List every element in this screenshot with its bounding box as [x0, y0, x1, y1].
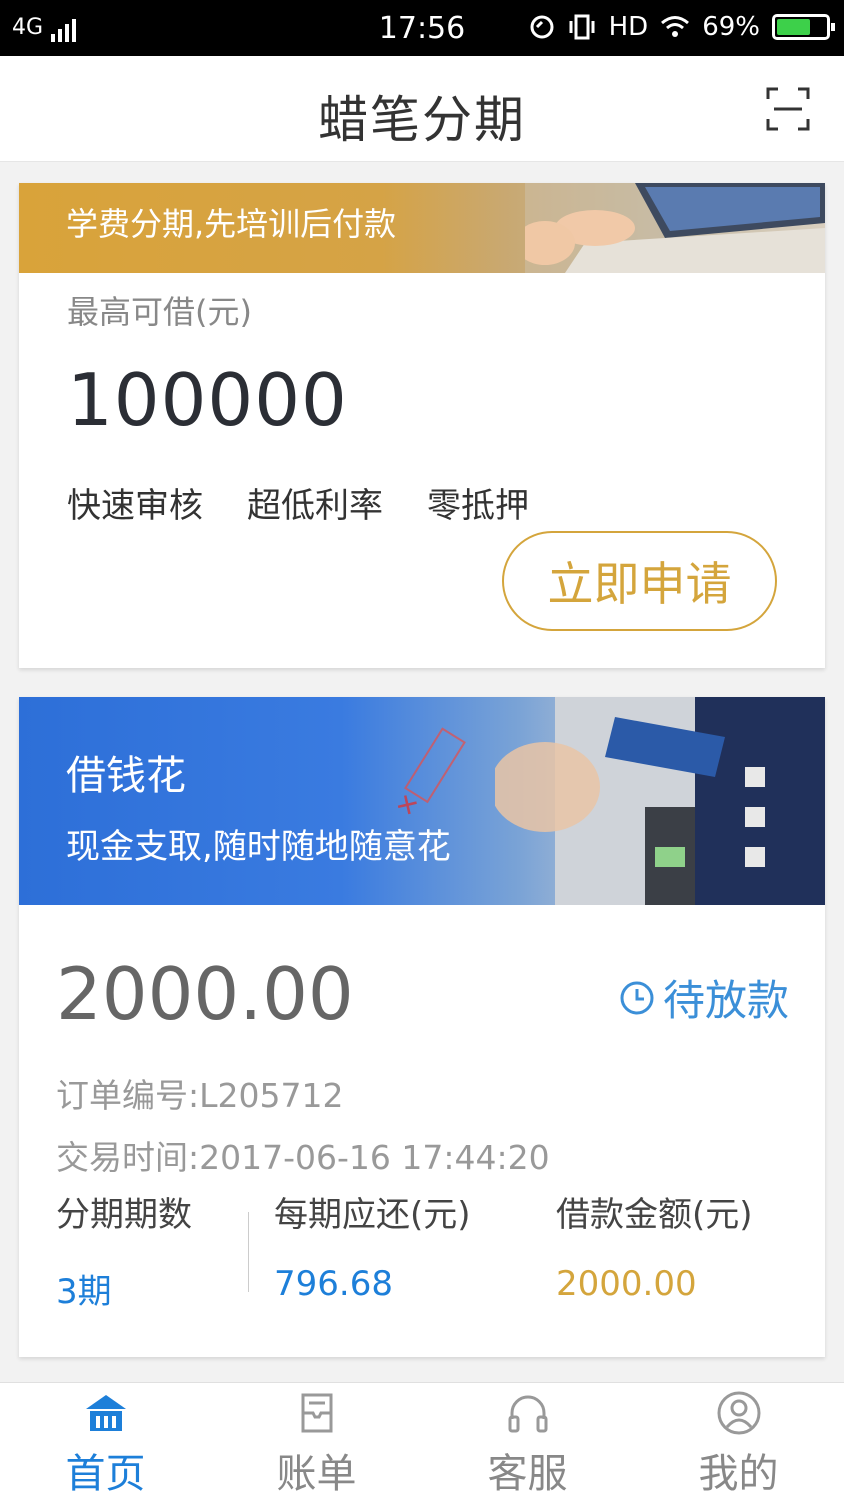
bill-icon: [301, 1393, 332, 1433]
order-number: 订单编号:L205712: [56, 1076, 344, 1115]
tuition-banner: 学费分期,先培训后付款: [19, 183, 825, 273]
app-header: 蜡笔分期: [0, 56, 844, 162]
feature-item: 快速审核: [67, 486, 203, 526]
status-bar: 4G 17:56 HD 69%: [0, 0, 844, 56]
home-icon: [85, 1395, 126, 1431]
stat-value: 3期: [56, 1272, 112, 1312]
stat-value: 2000.00: [556, 1264, 697, 1304]
tab-mine[interactable]: 我的: [633, 1383, 844, 1500]
stat-per-period: 每期应还(元) 796.68: [274, 1187, 471, 1304]
hd-indicator: HD: [608, 12, 649, 42]
tab-label: 首页: [65, 1451, 146, 1497]
max-loan-amount: 100000: [67, 358, 348, 442]
feature-item: 超低利率: [247, 486, 383, 526]
tab-service[interactable]: 客服: [422, 1383, 633, 1500]
tab-home[interactable]: 首页: [0, 1383, 211, 1500]
wifi-icon: [661, 16, 690, 37]
tab-label: 账单: [276, 1451, 357, 1497]
stat-value: 796.68: [274, 1264, 393, 1304]
cash-banner: 借钱花 现金支取,随时随地随意花: [19, 697, 825, 905]
loan-status: 待放款: [619, 967, 789, 1028]
tab-label: 我的: [698, 1451, 779, 1497]
battery-icon: [772, 14, 835, 40]
cash-banner-subtitle: 现金支取,随时随地随意花: [66, 827, 451, 867]
loan-status-text: 待放款: [662, 976, 789, 1025]
user-icon: [717, 1391, 760, 1435]
trade-time: 交易时间:2017-06-16 17:44:20: [56, 1138, 550, 1177]
stat-loan-amount: 借款金额(元) 2000.00: [556, 1187, 753, 1304]
stat-label: 每期应还(元): [274, 1195, 471, 1235]
vibrate-icon: [569, 14, 595, 40]
max-loan-label: 最高可借(元): [67, 293, 252, 331]
tuition-banner-text: 学费分期,先培训后付款: [66, 205, 397, 243]
page-title: 蜡笔分期: [318, 91, 526, 149]
stat-installments: 分期期数 3期: [56, 1187, 192, 1313]
bottom-tab-bar: 首页 账单 客服 我的: [0, 1382, 844, 1500]
headset-icon: [508, 1395, 547, 1433]
loan-amount: 2000.00: [56, 952, 354, 1036]
battery-percent: 69%: [702, 12, 760, 42]
cash-banner-title: 借钱花: [66, 753, 186, 799]
feature-list: 快速审核 超低利率 零抵押: [67, 478, 529, 527]
stat-label: 分期期数: [56, 1195, 192, 1235]
laptop-image: [525, 183, 825, 273]
tab-bill[interactable]: 账单: [211, 1383, 422, 1500]
atm-image: [495, 697, 825, 905]
tab-label: 客服: [487, 1451, 568, 1497]
clock-icon: [620, 981, 654, 1014]
feature-item: 零抵押: [427, 486, 529, 526]
scan-icon[interactable]: [766, 87, 810, 131]
stat-label: 借款金额(元): [556, 1195, 753, 1235]
tuition-loan-card[interactable]: 学费分期,先培训后付款 最高可借(元) 100000 快速审核 超低利率 零抵押…: [19, 183, 825, 668]
alarm-icon: [530, 15, 554, 39]
apply-now-button[interactable]: 立即申请: [502, 531, 777, 631]
divider: [248, 1212, 249, 1292]
cash-loan-card[interactable]: 借钱花 现金支取,随时随地随意花 2000.00 待放款 订单编号:L20571…: [19, 697, 825, 1357]
